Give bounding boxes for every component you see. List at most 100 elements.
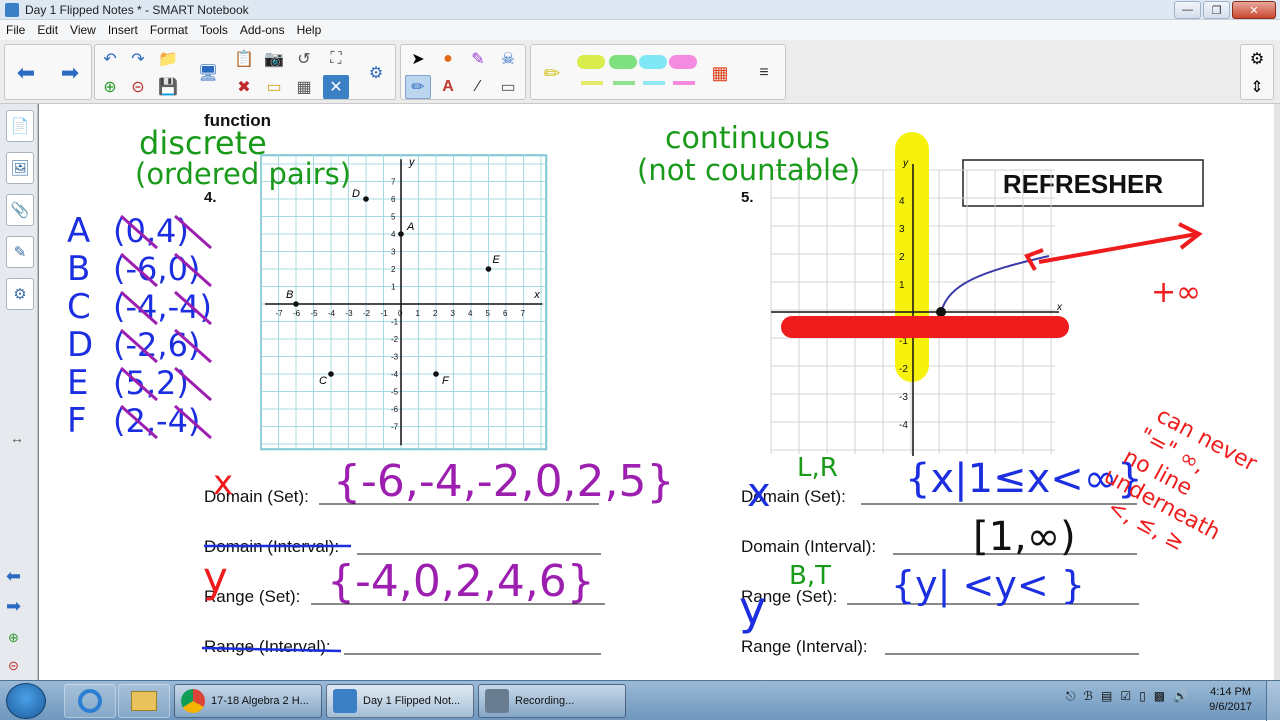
taskbar: 17-18 Algebra 2 H... Day 1 Flipped Not..… xyxy=(0,680,1280,721)
start-button[interactable] xyxy=(6,683,46,719)
battery-icon[interactable]: ▯ xyxy=(1139,689,1146,704)
document-camera-icon[interactable]: ▭ xyxy=(261,75,287,99)
cyan-line-icon[interactable] xyxy=(643,81,665,85)
menu-view[interactable]: View xyxy=(70,23,96,37)
open-folder-icon[interactable]: 📁 xyxy=(155,47,181,71)
green-highlighter-icon[interactable] xyxy=(609,55,637,69)
menu-format[interactable]: Format xyxy=(150,23,188,37)
menu-insert[interactable]: Insert xyxy=(108,23,138,37)
delete-page-small-icon[interactable]: ⊝ xyxy=(8,658,19,674)
bluetooth-icon[interactable]: ℬ xyxy=(1084,689,1093,704)
problem-4-number: 4. xyxy=(204,189,217,206)
x-tick-label: -6 xyxy=(293,309,301,318)
volume-icon[interactable]: 🔊 xyxy=(1173,689,1188,704)
taskbar-recording[interactable]: Recording... xyxy=(478,684,626,718)
y-tick-label: 6 xyxy=(391,195,396,204)
point-b xyxy=(293,301,299,307)
y-tick-label: -2 xyxy=(899,364,908,375)
pink-line-icon[interactable] xyxy=(673,81,695,85)
close-button[interactable]: ✕ xyxy=(1232,1,1276,19)
move-toolbar-icon[interactable]: ⇕ xyxy=(1244,75,1270,99)
resize-arrow-icon[interactable]: ↔ xyxy=(10,430,24,446)
point-c xyxy=(328,371,334,377)
full-screen-icon[interactable]: ⛶ xyxy=(323,47,349,71)
pen-icon[interactable]: ✏ xyxy=(405,75,431,99)
y-tick-label: 4 xyxy=(391,230,396,239)
save-icon[interactable]: 💾 xyxy=(155,75,181,99)
yellow-highlighter-icon[interactable] xyxy=(577,55,605,69)
table-icon[interactable]: ▦ xyxy=(291,75,317,99)
usb-icon[interactable]: ⎋ xyxy=(1066,689,1076,704)
color-palette-icon[interactable]: ▦ xyxy=(707,61,733,85)
attachments-icon[interactable]: 📎 xyxy=(6,194,34,226)
ink-letter-c: C xyxy=(67,287,91,327)
menu-tools[interactable]: Tools xyxy=(200,23,228,37)
network-icon[interactable]: ▤ xyxy=(1101,689,1112,704)
eraser-icon[interactable]: ▭ xyxy=(495,75,521,99)
signal-icon[interactable]: ▩ xyxy=(1154,689,1165,704)
close-toolbar-icon[interactable]: ✕ xyxy=(323,75,349,99)
maximize-button[interactable]: ❐ xyxy=(1203,1,1230,19)
previous-page-button[interactable]: ⬅ xyxy=(13,60,39,85)
properties-icon[interactable]: ✎ xyxy=(6,236,34,268)
screen-shade-icon[interactable]: 🖥 xyxy=(195,61,221,85)
fill-icon[interactable]: ☠ xyxy=(495,47,521,71)
y-tick-label: 1 xyxy=(391,283,396,292)
ink-note: can never "=" ∞, no line underneath <, ≤… xyxy=(1100,403,1262,556)
add-ons-icon[interactable]: ⚙ xyxy=(363,61,389,85)
menu-add-ons[interactable]: Add-ons xyxy=(240,23,285,37)
gallery-icon[interactable]: 🖼 xyxy=(6,152,34,184)
undo-clear-icon[interactable]: ↺ xyxy=(291,47,317,71)
next-page-button[interactable]: ➡ xyxy=(57,60,83,85)
ink-domain-set-answer: {-6,-4,-2,0,2,5} xyxy=(333,456,675,507)
taskbar-chrome-label: 17-18 Algebra 2 H... xyxy=(211,695,309,707)
taskbar-notebook[interactable]: Day 1 Flipped Not... xyxy=(326,684,474,718)
add-page-icon[interactable]: ⊕ xyxy=(97,75,123,99)
camera-icon[interactable]: 📷 xyxy=(261,47,287,71)
menu-file[interactable]: File xyxy=(6,23,25,37)
y-tick-label: -3 xyxy=(899,392,908,403)
green-line-icon[interactable] xyxy=(613,81,635,85)
y-tick-label: 2 xyxy=(899,252,905,263)
cyan-highlighter-icon[interactable] xyxy=(639,55,667,69)
internet-explorer-icon[interactable] xyxy=(64,684,116,718)
delete-icon[interactable]: ✖ xyxy=(231,75,257,99)
undo-icon[interactable]: ↶ xyxy=(97,47,123,71)
select-icon[interactable]: ➤ xyxy=(405,47,431,71)
chrome-icon xyxy=(181,689,205,713)
shape-icon[interactable]: ● xyxy=(435,47,461,71)
taskbar-chrome[interactable]: 17-18 Algebra 2 H... xyxy=(174,684,322,718)
x-tick-label: 7 xyxy=(521,309,526,318)
clock[interactable]: 4:14 PM 9/6/2017 xyxy=(1209,685,1252,715)
menu-edit[interactable]: Edit xyxy=(37,23,58,37)
highlighter-pen-icon[interactable]: ✏ xyxy=(539,61,565,85)
magic-pen-icon[interactable]: ✎ xyxy=(465,47,491,71)
text-icon[interactable]: A xyxy=(435,75,461,99)
line-style-icon[interactable]: ≡ xyxy=(751,61,777,85)
show-desktop-button[interactable] xyxy=(1266,681,1280,721)
delete-page-icon[interactable]: ⊝ xyxy=(125,75,151,99)
file-explorer-icon[interactable] xyxy=(118,684,170,718)
page-sorter-icon[interactable]: 📄 xyxy=(6,110,34,142)
menu-help[interactable]: Help xyxy=(297,23,322,37)
yellow-line-icon[interactable] xyxy=(581,81,603,85)
y-tick-label: -4 xyxy=(391,370,399,379)
gear-icon[interactable]: ⚙ xyxy=(1244,47,1270,71)
minimize-button[interactable]: — xyxy=(1174,1,1201,19)
vertical-scrollbar[interactable] xyxy=(1274,104,1280,680)
add-ons-tab-icon[interactable]: ⚙ xyxy=(6,278,34,310)
y-tick-label: 5 xyxy=(391,213,396,222)
pink-highlighter-icon[interactable] xyxy=(669,55,697,69)
paste-icon[interactable]: 📋 xyxy=(231,47,257,71)
antivirus-icon[interactable]: ☑ xyxy=(1120,689,1131,704)
next-page-arrow-icon[interactable]: ➡ xyxy=(6,596,21,617)
redo-icon[interactable]: ↷ xyxy=(125,47,151,71)
line-icon[interactable]: ∕ xyxy=(465,75,491,99)
y-tick-label: 3 xyxy=(899,224,905,235)
y-tick-label: -5 xyxy=(391,388,399,397)
y-axis-label: y xyxy=(902,158,909,169)
previous-page-arrow-icon[interactable]: ⬅ xyxy=(6,566,21,587)
add-page-small-icon[interactable]: ⊕ xyxy=(8,630,19,646)
notebook-page[interactable]: function 4. 5. REFRESHER x y -7 -6 -5 -4 -3 -2-… xyxy=(38,104,1274,680)
point-e xyxy=(485,266,492,272)
